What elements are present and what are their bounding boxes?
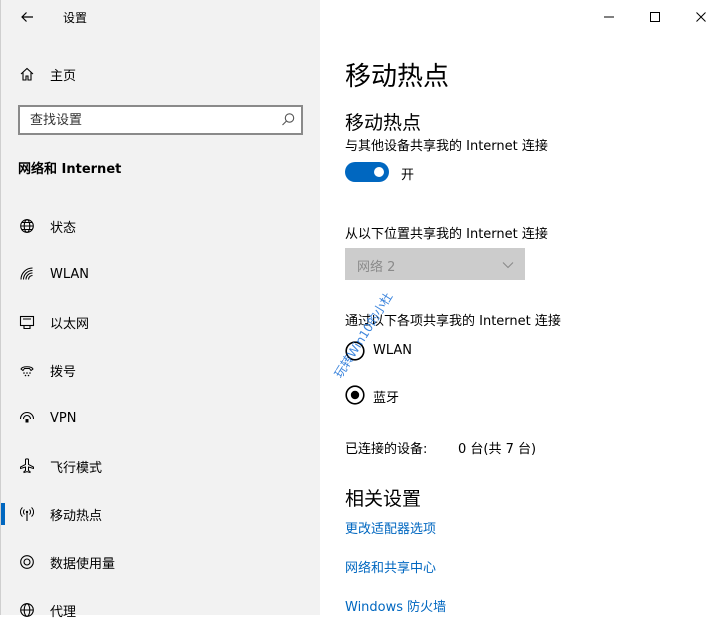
link-windows-firewall[interactable]: Windows 防火墙 bbox=[345, 596, 446, 615]
active-indicator bbox=[1, 503, 5, 525]
sidebar-item-hotspot[interactable]: 移动热点 bbox=[1, 494, 319, 534]
sidebar-item-label: 移动热点 bbox=[50, 508, 103, 524]
radio-bluetooth[interactable] bbox=[345, 385, 365, 405]
sidebar-item-home[interactable]: 主页 bbox=[1, 54, 319, 94]
hotspot-icon bbox=[18, 505, 36, 523]
sidebar-item-label: 主页 bbox=[50, 68, 77, 84]
sidebar-section-title: 网络和 Internet bbox=[18, 162, 122, 177]
share-from-description: 从以下位置共享我的 Internet 连接 bbox=[345, 227, 548, 242]
search-input[interactable] bbox=[20, 107, 280, 133]
globe-icon bbox=[18, 217, 36, 235]
toggle-state-label: 开 bbox=[401, 168, 415, 183]
chevron-down-icon bbox=[502, 262, 514, 269]
sidebar-item-label: VPN bbox=[50, 410, 77, 426]
radio-checked-icon bbox=[345, 385, 365, 405]
connected-devices-label: 已连接的设备: bbox=[345, 442, 428, 457]
maximize-button[interactable] bbox=[632, 0, 678, 34]
radio-wlan-label: WLAN bbox=[373, 343, 413, 358]
sidebar-item-label: 代理 bbox=[50, 604, 77, 620]
toggle-knob bbox=[374, 167, 384, 177]
link-adapter-options[interactable]: 更改适配器选项 bbox=[345, 518, 436, 537]
related-settings-title: 相关设置 bbox=[345, 488, 422, 510]
sidebar-item-status[interactable]: 状态 bbox=[1, 206, 319, 246]
sidebar-item-label: WLAN bbox=[50, 266, 90, 282]
sidebar-item-airplane[interactable]: 飞行模式 bbox=[1, 446, 319, 486]
sidebar-item-proxy[interactable]: 代理 bbox=[1, 590, 319, 630]
search-box bbox=[18, 105, 303, 135]
maximize-icon bbox=[650, 12, 660, 22]
search-icon[interactable] bbox=[279, 111, 297, 129]
sidebar-item-vpn[interactable]: VPN bbox=[1, 398, 319, 438]
sidebar-item-label: 状态 bbox=[50, 220, 77, 236]
share-description: 与其他设备共享我的 Internet 连接 bbox=[345, 139, 548, 154]
minimize-icon bbox=[604, 16, 614, 18]
sidebar: 设置 主页 网络和 Internet 状态 bbox=[0, 0, 320, 620]
dialup-icon bbox=[18, 361, 36, 379]
sidebar-item-label: 数据使用量 bbox=[50, 556, 116, 572]
link-network-sharing-center[interactable]: 网络和共享中心 bbox=[345, 557, 436, 576]
hotspot-toggle[interactable] bbox=[345, 162, 389, 182]
app-title: 设置 bbox=[63, 11, 88, 25]
data-usage-icon bbox=[18, 553, 36, 571]
section-title: 移动热点 bbox=[345, 112, 422, 134]
airplane-icon bbox=[18, 457, 36, 475]
sidebar-item-dialup[interactable]: 拨号 bbox=[1, 350, 319, 390]
sidebar-item-wlan[interactable]: WLAN bbox=[1, 254, 319, 294]
minimize-button[interactable] bbox=[586, 0, 632, 34]
connected-devices-value: 0 台(共 7 台) bbox=[458, 442, 537, 457]
back-arrow-icon bbox=[21, 12, 33, 22]
close-button[interactable] bbox=[678, 0, 724, 34]
globe-icon bbox=[18, 601, 36, 619]
sidebar-item-ethernet[interactable]: 以太网 bbox=[1, 302, 319, 342]
sidebar-item-label: 拨号 bbox=[50, 364, 77, 380]
sidebar-item-data-usage[interactable]: 数据使用量 bbox=[1, 542, 319, 582]
page-title: 移动热点 bbox=[345, 62, 450, 92]
ethernet-icon bbox=[18, 313, 36, 331]
home-icon bbox=[18, 65, 36, 83]
close-icon bbox=[696, 12, 706, 22]
wifi-icon bbox=[18, 265, 36, 283]
sidebar-item-label: 飞行模式 bbox=[50, 460, 103, 476]
share-from-dropdown[interactable]: 网络 2 bbox=[345, 248, 525, 280]
radio-bluetooth-label: 蓝牙 bbox=[373, 391, 400, 406]
dropdown-selected-value: 网络 2 bbox=[357, 260, 396, 275]
sidebar-item-label: 以太网 bbox=[50, 316, 90, 332]
vpn-icon bbox=[18, 409, 36, 427]
back-button[interactable] bbox=[13, 3, 41, 31]
